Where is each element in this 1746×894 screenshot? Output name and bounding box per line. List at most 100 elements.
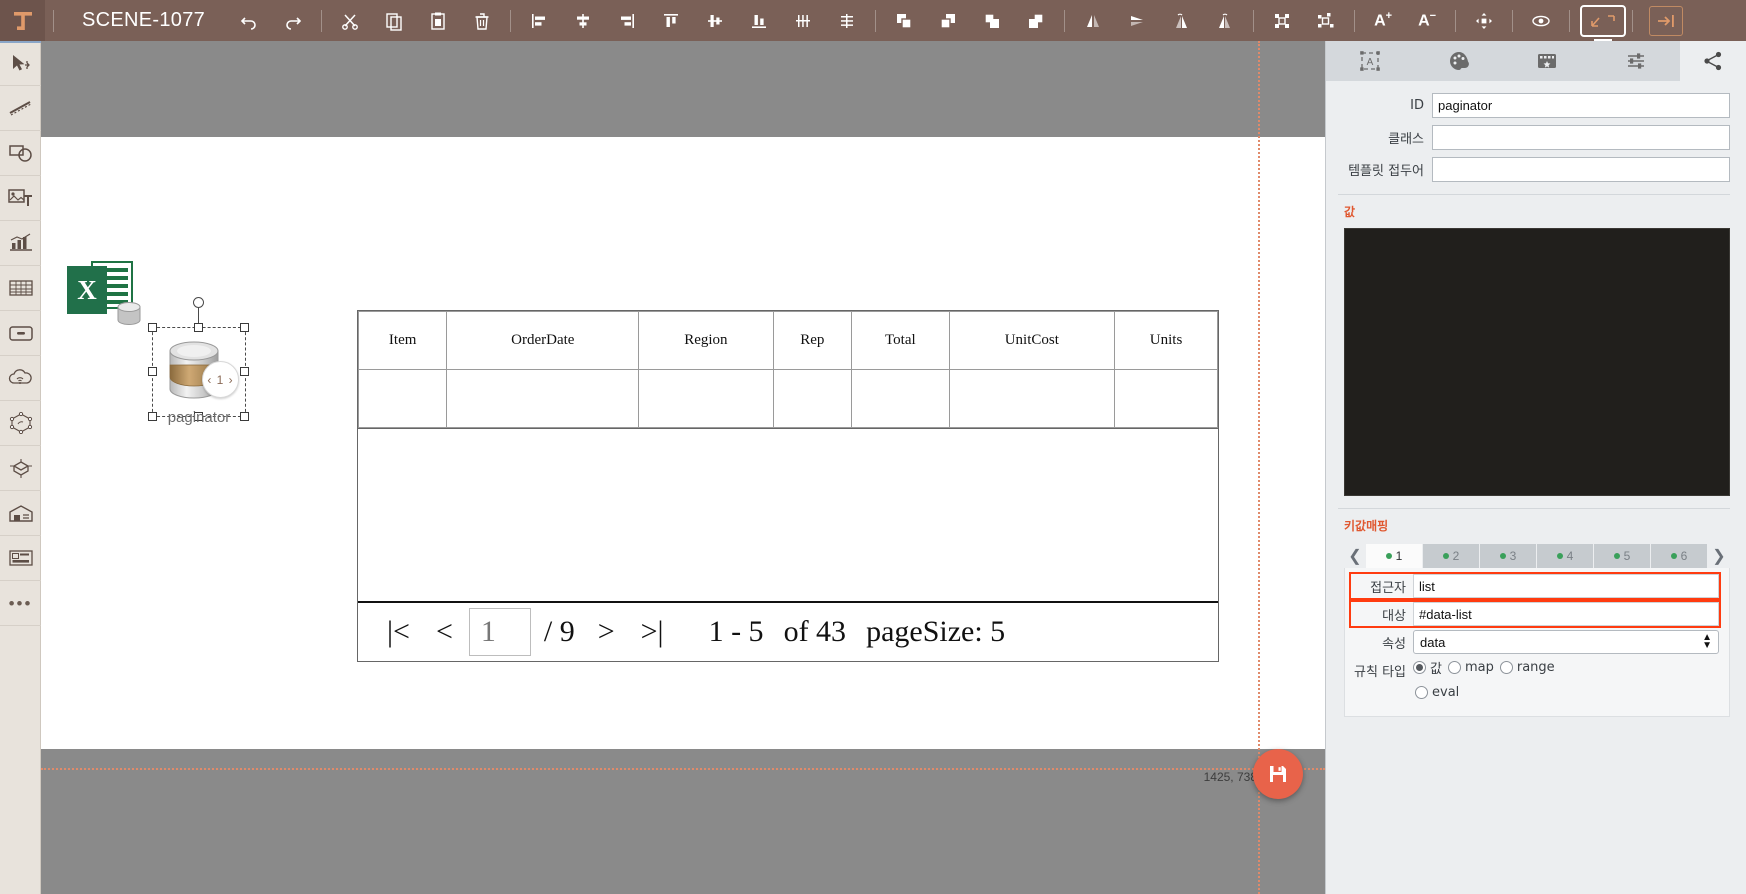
last-page-button[interactable]: >|: [628, 615, 677, 649]
save-button[interactable]: [1253, 749, 1303, 799]
tab-settings[interactable]: [1592, 41, 1681, 81]
sidebar-item-3d[interactable]: [0, 446, 41, 491]
sidebar-item-container[interactable]: [0, 311, 41, 356]
sidebar-item-path[interactable]: [0, 86, 41, 131]
value-section-title: 값: [1344, 205, 1356, 219]
font-decrease-button[interactable]: A−: [1405, 0, 1449, 41]
data-table[interactable]: Item OrderDate Region Rep Total UnitCost…: [357, 310, 1219, 662]
column-header-item[interactable]: Item: [357, 311, 448, 370]
resize-handle-nw[interactable]: [148, 323, 157, 332]
property-select[interactable]: data ▲ ▼: [1413, 630, 1719, 654]
flip-horizontal-button[interactable]: [1071, 0, 1115, 41]
kvm-tab-pager: ❮ 1 2 3 4 5 6 ❯: [1344, 544, 1730, 568]
resize-handle-w[interactable]: [148, 367, 157, 376]
resize-handle-e[interactable]: [240, 367, 249, 376]
kvm-tab-5[interactable]: 5: [1594, 544, 1651, 568]
sidebar-item-chart[interactable]: [0, 221, 41, 266]
sidebar-item-shapes[interactable]: [0, 131, 41, 176]
accessor-field[interactable]: list: [1413, 574, 1719, 598]
id-field[interactable]: paginator: [1432, 93, 1730, 118]
page-badge: ‹ 1 ›: [202, 361, 239, 398]
tab-properties[interactable]: A: [1326, 41, 1415, 81]
next-page-button[interactable]: >: [585, 615, 628, 649]
tab-animation[interactable]: [1503, 41, 1592, 81]
send-to-back-button[interactable]: [1014, 0, 1058, 41]
bring-to-front-button[interactable]: [882, 0, 926, 41]
cut-button[interactable]: [328, 0, 372, 41]
rule-option-value[interactable]: 값: [1413, 658, 1442, 677]
table-row[interactable]: [357, 369, 1218, 428]
column-header-units[interactable]: Units: [1114, 311, 1218, 370]
distribute-horizontal-button[interactable]: [781, 0, 825, 41]
align-right-button[interactable]: [605, 0, 649, 41]
send-backward-button[interactable]: [970, 0, 1014, 41]
delete-button[interactable]: [460, 0, 504, 41]
resize-handle-n[interactable]: [194, 323, 203, 332]
rule-option-range[interactable]: range: [1499, 660, 1555, 675]
eye-icon[interactable]: [1519, 0, 1563, 41]
resize-handle-ne[interactable]: [240, 323, 249, 332]
group-button[interactable]: [1260, 0, 1304, 41]
ungroup-button[interactable]: [1304, 0, 1348, 41]
chevron-left-icon[interactable]: ❮: [1344, 544, 1366, 568]
align-bottom-button[interactable]: [737, 0, 781, 41]
table-cell: [948, 369, 1116, 428]
kvm-tab-6[interactable]: 6: [1651, 544, 1708, 568]
svg-text:A: A: [1367, 57, 1374, 68]
template-prefix-field[interactable]: [1432, 157, 1730, 182]
font-increase-button[interactable]: A+: [1361, 0, 1405, 41]
column-header-region[interactable]: Region: [638, 311, 774, 370]
collapse-right-icon[interactable]: [1649, 5, 1684, 36]
save-disk-icon: [1270, 766, 1286, 782]
rotate-right-button[interactable]: [1203, 0, 1247, 41]
move-icon[interactable]: [1462, 0, 1506, 41]
excel-db-icon[interactable]: X: [67, 257, 141, 325]
column-header-orderdate[interactable]: OrderDate: [446, 311, 640, 370]
rule-option-eval[interactable]: eval: [1413, 685, 1719, 700]
undo-button[interactable]: [227, 0, 271, 41]
tab-style[interactable]: [1415, 41, 1504, 81]
flip-vertical-button[interactable]: [1115, 0, 1159, 41]
kvm-tab-1[interactable]: 1: [1366, 544, 1423, 568]
canvas-area[interactable]: X ‹ 1 › paginator Item OrderDate Region …: [41, 41, 1325, 894]
page-number-input[interactable]: 1: [468, 608, 531, 656]
copy-button[interactable]: [372, 0, 416, 41]
align-middle-vertical-button[interactable]: [693, 0, 737, 41]
bring-forward-button[interactable]: [926, 0, 970, 41]
sidebar-item-select[interactable]: [0, 41, 41, 86]
column-header-total[interactable]: Total: [851, 311, 950, 370]
align-top-button[interactable]: [649, 0, 693, 41]
align-center-horizontal-button[interactable]: [561, 0, 605, 41]
target-field[interactable]: #data-list: [1413, 602, 1719, 626]
right-panel-body: ID paginator 클래스 템플릿 접두어 값 키값매핑 ❮ 1 2 3 …: [1326, 81, 1746, 717]
first-page-button[interactable]: |<: [374, 615, 423, 649]
sidebar-item-more[interactable]: •••: [0, 581, 41, 626]
tab-share[interactable]: [1680, 41, 1746, 81]
kvm-tab-3[interactable]: 3: [1480, 544, 1537, 568]
rule-option-map[interactable]: map: [1447, 660, 1494, 675]
t-logo-icon[interactable]: [0, 0, 45, 41]
sidebar-item-media-text[interactable]: [0, 176, 41, 221]
sidebar-item-warehouse[interactable]: [0, 491, 41, 536]
redo-button[interactable]: [271, 0, 315, 41]
paginator-node[interactable]: ‹ 1 › paginator: [148, 297, 250, 426]
sidebar-item-table[interactable]: [0, 266, 41, 311]
chevron-right-icon[interactable]: ❯: [1708, 544, 1730, 568]
paste-button[interactable]: [416, 0, 460, 41]
class-field[interactable]: [1432, 125, 1730, 150]
value-code-editor[interactable]: [1344, 228, 1730, 496]
kvm-tab-4[interactable]: 4: [1537, 544, 1594, 568]
rotation-handle[interactable]: [193, 297, 204, 308]
rotate-left-button[interactable]: [1159, 0, 1203, 41]
distribute-vertical-button[interactable]: [825, 0, 869, 41]
presentation-icon[interactable]: [1580, 4, 1627, 37]
sidebar-item-form[interactable]: [0, 536, 41, 581]
page-surface[interactable]: X ‹ 1 › paginator Item OrderDate Region …: [41, 137, 1325, 749]
kvm-tab-2[interactable]: 2: [1423, 544, 1480, 568]
column-header-unitcost[interactable]: UnitCost: [948, 311, 1116, 370]
column-header-rep[interactable]: Rep: [772, 311, 853, 370]
sidebar-item-cloud[interactable]: [0, 356, 41, 401]
align-left-button[interactable]: [517, 0, 561, 41]
sidebar-item-network[interactable]: [0, 401, 41, 446]
prev-page-button[interactable]: <: [423, 615, 466, 649]
